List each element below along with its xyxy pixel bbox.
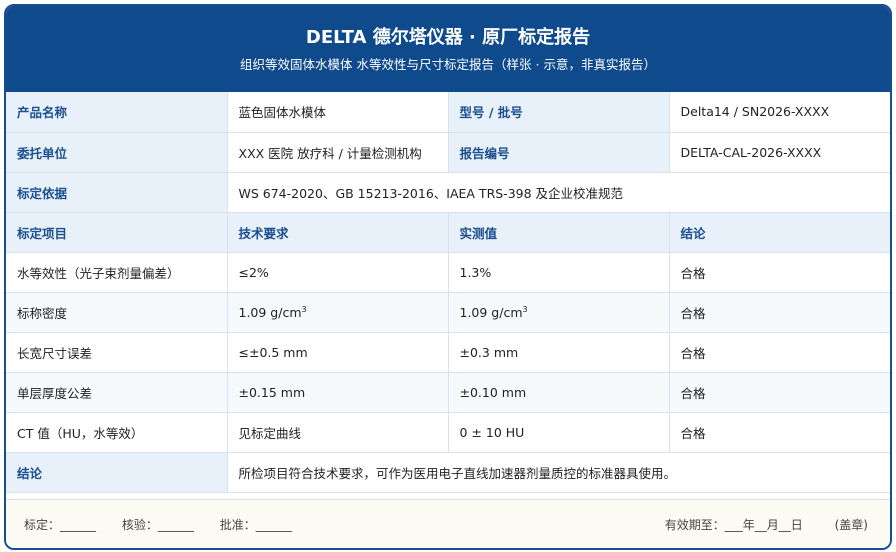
report-number-label: 报告编号	[448, 132, 670, 173]
item-measured: 1.09 g/cm3	[448, 292, 670, 333]
approver-signature: 批准：______	[219, 518, 292, 532]
table-row: 单层厚度公差 ±0.15 mm ±0.10 mm 合格	[6, 372, 890, 413]
conclusion-row: 结论 所检项目符合技术要求，可作为医用电子直线加速器剂量质控的标准器具使用。	[6, 452, 890, 493]
item-measured: 1.3%	[448, 252, 670, 293]
signature-footer: 标定：______ 核验：______ 批准：______ 有效期至：___年_…	[6, 499, 890, 548]
header-measured: 实测值	[448, 212, 670, 253]
header-requirement: 技术要求	[227, 212, 449, 253]
calibration-report-card: DELTA 德尔塔仪器 · 原厂标定报告 组织等效固体水模体 水等效性与尺寸标定…	[4, 4, 892, 550]
item-name: 标称密度	[6, 292, 228, 333]
table-row: CT 值（HU，水等效） 见标定曲线 0 ± 10 HU 合格	[6, 412, 890, 453]
item-requirement: ≤±0.5 mm	[227, 332, 449, 373]
info-row-basis: 标定依据 WS 674-2020、GB 15213-2016、IAEA TRS-…	[6, 172, 890, 213]
items-header-row: 标定项目 技术要求 实测值 结论	[6, 212, 890, 253]
item-name: 水等效性（光子束剂量偏差）	[6, 252, 228, 293]
item-name: 长宽尺寸误差	[6, 332, 228, 373]
report-number-value: DELTA-CAL-2026-XXXX	[669, 132, 890, 173]
table-row: 标称密度 1.09 g/cm3 1.09 g/cm3 合格	[6, 292, 890, 333]
model-value: Delta14 / SN2026-XXXX	[669, 92, 890, 133]
calibrator-signature: 标定：______	[24, 518, 97, 532]
conclusion-text: 所检项目符合技术要求，可作为医用电子直线加速器剂量质控的标准器具使用。	[227, 452, 890, 493]
report-subtitle: 组织等效固体水模体 水等效性与尺寸标定报告（样张 · 示意，非真实报告）	[240, 57, 656, 72]
measured-text: 1.09 g/cm	[459, 304, 523, 320]
client-label: 委托单位	[6, 132, 228, 173]
signature-fields: 标定：______ 核验：______ 批准：______	[24, 516, 314, 533]
report-header: DELTA 德尔塔仪器 · 原厂标定报告 组织等效固体水模体 水等效性与尺寸标定…	[6, 6, 890, 92]
header-item: 标定项目	[6, 212, 228, 253]
item-requirement: ±0.15 mm	[227, 372, 449, 413]
table-row: 长宽尺寸误差 ≤±0.5 mm ±0.3 mm 合格	[6, 332, 890, 373]
measured-superscript: 3	[522, 304, 528, 314]
table-row: 水等效性（光子束剂量偏差） ≤2% 1.3% 合格	[6, 252, 890, 293]
item-requirement: 1.09 g/cm3	[227, 292, 449, 333]
validity-section: 有效期至：___年__月__日 (盖章)	[665, 516, 868, 533]
product-label: 产品名称	[6, 92, 228, 133]
item-measured: ±0.3 mm	[448, 332, 670, 373]
seal-placeholder: (盖章)	[834, 518, 868, 532]
item-result: 合格	[669, 412, 890, 453]
item-result: 合格	[669, 292, 890, 333]
item-result: 合格	[669, 332, 890, 373]
requirement-superscript: 3	[301, 304, 307, 314]
item-measured: ±0.10 mm	[448, 372, 670, 413]
item-requirement: ≤2%	[227, 252, 449, 293]
valid-until: 有效期至：___年__月__日	[664, 518, 803, 532]
report-table: 产品名称 蓝色固体水模体 型号 / 批号 Delta14 / SN2026-XX…	[6, 92, 890, 493]
client-value: XXX 医院 放疗科 / 计量检测机构	[227, 132, 449, 173]
requirement-text: 1.09 g/cm	[238, 304, 302, 320]
item-requirement: 见标定曲线	[227, 412, 449, 453]
item-name: 单层厚度公差	[6, 372, 228, 413]
conclusion-label: 结论	[6, 452, 228, 493]
item-result: 合格	[669, 252, 890, 293]
checker-signature: 核验：______	[121, 518, 194, 532]
item-name: CT 值（HU，水等效）	[6, 412, 228, 453]
header-result: 结论	[669, 212, 890, 253]
basis-value: WS 674-2020、GB 15213-2016、IAEA TRS-398 及…	[227, 172, 890, 213]
item-measured: 0 ± 10 HU	[448, 412, 670, 453]
product-value: 蓝色固体水模体	[227, 92, 449, 133]
basis-label: 标定依据	[6, 172, 228, 213]
info-row-product: 产品名称 蓝色固体水模体 型号 / 批号 Delta14 / SN2026-XX…	[6, 92, 890, 133]
item-result: 合格	[669, 372, 890, 413]
info-row-client: 委托单位 XXX 医院 放疗科 / 计量检测机构 报告编号 DELTA-CAL-…	[6, 132, 890, 173]
model-label: 型号 / 批号	[448, 92, 670, 133]
report-title: DELTA 德尔塔仪器 · 原厂标定报告	[305, 27, 591, 48]
